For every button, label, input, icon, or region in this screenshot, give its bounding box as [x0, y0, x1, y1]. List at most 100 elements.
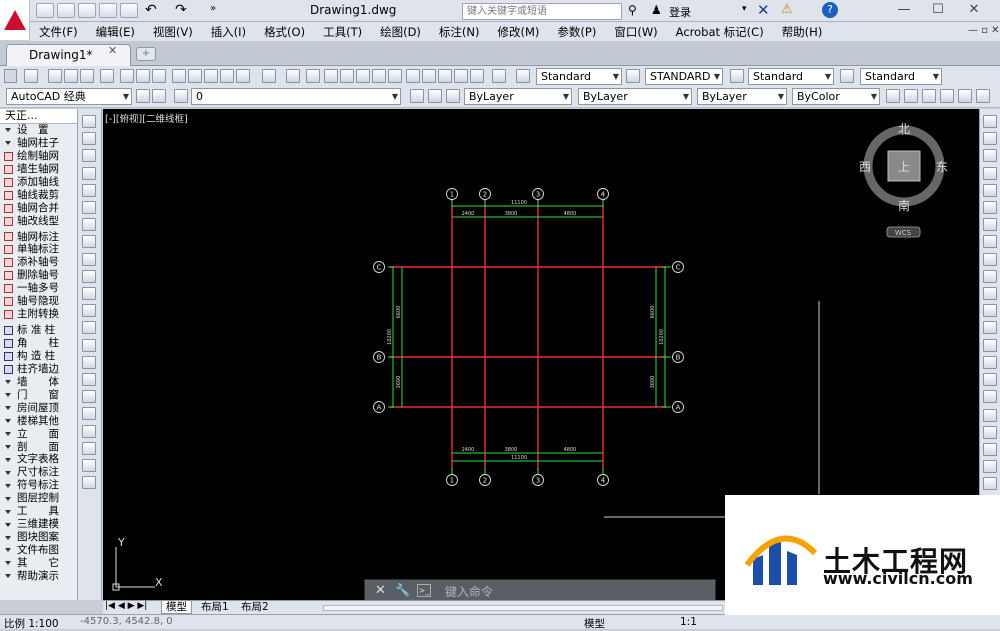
toolbar-tool-icon[interactable]	[188, 69, 202, 83]
panel-item[interactable]: 符号标注	[0, 479, 77, 492]
toolbar-tool-icon[interactable]	[372, 69, 386, 83]
draw-tool-icon[interactable]	[82, 201, 96, 214]
close-cmd-icon[interactable]: ✕	[375, 583, 386, 598]
new-icon[interactable]	[36, 3, 54, 18]
menu-item-12[interactable]: 帮助(H)	[773, 24, 832, 40]
toolbar-tool-icon[interactable]	[904, 89, 918, 103]
toolbar-tool-icon[interactable]	[324, 69, 338, 83]
draw-tool-icon[interactable]	[82, 149, 96, 163]
mleader-style-icon[interactable]	[840, 69, 854, 83]
panel-item[interactable]: 角 柱	[0, 337, 77, 350]
panel-item[interactable]: 设 置	[0, 124, 77, 137]
modify-tool-icon[interactable]	[983, 390, 997, 404]
panel-item[interactable]: 柱齐墙边	[0, 363, 77, 376]
toolbar-tool-icon[interactable]	[64, 69, 78, 83]
panel-item[interactable]: 三维建模	[0, 518, 77, 531]
toolbar-tool-icon[interactable]	[24, 69, 38, 83]
menu-item-4[interactable]: 格式(O)	[255, 24, 314, 40]
panel-item[interactable]: 构 造 柱	[0, 350, 77, 363]
toolbar-tool-icon[interactable]	[80, 69, 94, 83]
panel-item[interactable]: 其 它	[0, 557, 77, 570]
grip-icon[interactable]	[4, 69, 17, 83]
toolbar-tool-icon[interactable]	[262, 69, 276, 83]
menu-item-7[interactable]: 标注(N)	[430, 24, 489, 40]
menu-item-2[interactable]: 视图(V)	[144, 24, 202, 40]
draw-tool-icon[interactable]	[82, 407, 96, 421]
toolbar-tool-icon[interactable]	[922, 89, 936, 103]
panel-item[interactable]: 单轴标注	[0, 243, 77, 256]
redo-icon[interactable]: ↷	[175, 2, 187, 18]
menu-item-11[interactable]: Acrobat 标记(C)	[667, 24, 773, 40]
table-style-select[interactable]: Standard ▼	[748, 68, 834, 85]
panel-item[interactable]: 尺寸标注	[0, 466, 77, 479]
panel-item[interactable]: 墙生轴网	[0, 163, 77, 176]
toolbar-tool-icon[interactable]	[976, 89, 990, 103]
toolbar-tool-icon[interactable]	[958, 89, 972, 103]
save-icon[interactable]	[78, 3, 96, 18]
draw-tool-icon[interactable]	[82, 252, 96, 266]
panel-item[interactable]: 轴号隐现	[0, 295, 77, 308]
horizontal-scrollbar[interactable]	[323, 605, 723, 611]
annotation-scale-right[interactable]: 1:1	[680, 616, 697, 628]
toolbar-tool-icon[interactable]	[340, 69, 354, 83]
draw-tool-icon[interactable]	[82, 218, 96, 232]
toolbar-tool-icon[interactable]	[422, 69, 436, 83]
panel-item[interactable]: 剖 面	[0, 441, 77, 454]
panel-item[interactable]: 轴网标注	[0, 231, 77, 244]
toolbar-tool-icon[interactable]	[136, 69, 150, 83]
panel-item[interactable]: 轴网合并	[0, 202, 77, 215]
toolbar-tool-icon[interactable]	[454, 69, 468, 83]
menu-item-1[interactable]: 编辑(E)	[87, 24, 144, 40]
toolbar-tool-icon[interactable]	[886, 89, 900, 103]
draw-tool-icon[interactable]	[82, 373, 96, 386]
modify-tool-icon[interactable]	[983, 338, 997, 352]
binoculars-icon[interactable]: ⚲	[628, 3, 637, 17]
tab-layout2[interactable]: 布局2	[237, 601, 273, 614]
draw-tool-icon[interactable]	[82, 338, 96, 352]
draw-tool-icon[interactable]	[82, 115, 96, 128]
toolbar-tool-icon[interactable]	[306, 69, 320, 83]
tab-model[interactable]: 模型	[161, 601, 192, 614]
save-as-icon[interactable]	[99, 3, 117, 18]
toolbar-tool-icon[interactable]	[406, 69, 420, 83]
draw-tool-icon[interactable]	[82, 476, 96, 490]
modify-tool-icon[interactable]	[983, 269, 997, 283]
draw-tool-icon[interactable]	[82, 269, 96, 283]
draw-tool-icon[interactable]	[82, 321, 96, 335]
login-link[interactable]: 登录	[669, 4, 691, 20]
toolbar-tool-icon[interactable]	[446, 89, 460, 103]
open-icon[interactable]	[57, 3, 75, 18]
table-style-icon[interactable]	[730, 69, 744, 83]
draw-tool-icon[interactable]	[82, 459, 96, 472]
panel-item[interactable]: 一轴多号	[0, 282, 77, 295]
toolbar-tool-icon[interactable]	[388, 69, 402, 83]
draw-tool-icon[interactable]	[82, 166, 96, 180]
panel-item[interactable]: 删除轴号	[0, 269, 77, 282]
close-icon[interactable]: ✕	[108, 44, 117, 57]
toolbar-tool-icon[interactable]	[174, 89, 188, 103]
text-style-icon[interactable]	[516, 69, 530, 83]
panel-item[interactable]: 绘制轴网	[0, 150, 77, 163]
toolbar-tool-icon[interactable]	[100, 69, 114, 83]
panel-item[interactable]: 工 具	[0, 505, 77, 518]
command-line[interactable]: ✕ 🔧 >_ 键入命令	[364, 579, 716, 601]
minimize-button[interactable]: —	[888, 0, 920, 20]
prompt-icon[interactable]: >_	[417, 584, 431, 597]
tab-layout1[interactable]: 布局1	[197, 601, 233, 614]
toolbar-tool-icon[interactable]	[204, 69, 218, 83]
draw-tool-icon[interactable]	[82, 390, 96, 404]
modify-tool-icon[interactable]	[983, 183, 997, 197]
toolbar-tool-icon[interactable]	[470, 69, 484, 83]
menu-window-controls[interactable]: — ▫ ✕	[968, 25, 1000, 36]
draw-tool-icon[interactable]	[82, 183, 96, 197]
panel-item[interactable]: 房间屋顶	[0, 402, 77, 415]
toolbar-tool-icon[interactable]	[492, 69, 506, 83]
undo-icon[interactable]: ↶	[145, 2, 157, 18]
toolbar-tool-icon[interactable]	[940, 89, 954, 103]
toolbar-tool-icon[interactable]	[438, 69, 452, 83]
draworder-tool-icon[interactable]	[983, 477, 997, 490]
toolbar-tool-icon[interactable]	[410, 89, 424, 103]
user-icon[interactable]: ♟	[651, 3, 662, 17]
panel-item[interactable]: 标 准 柱	[0, 324, 77, 337]
close-button[interactable]: ✕	[958, 0, 990, 20]
